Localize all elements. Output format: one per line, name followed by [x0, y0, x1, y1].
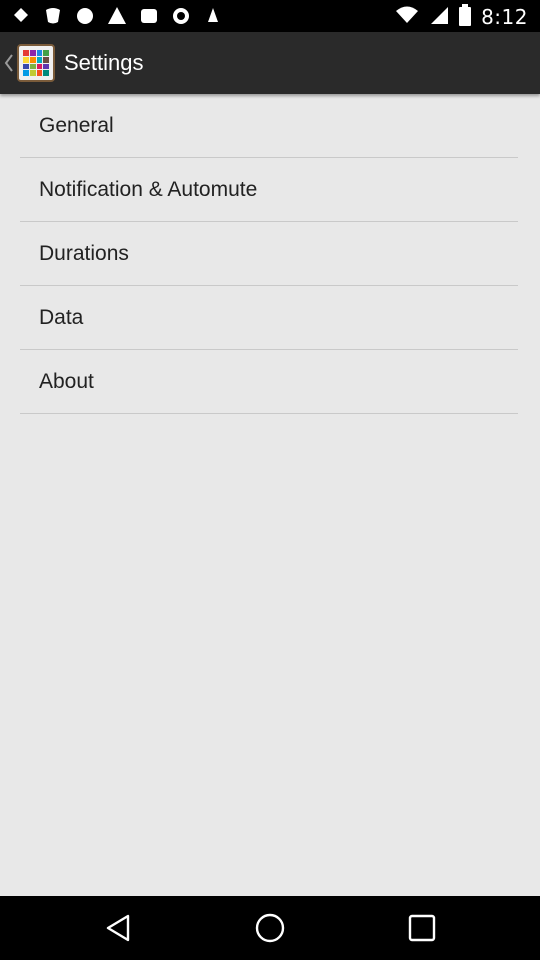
back-icon[interactable] [102, 912, 134, 944]
settings-item-label: Notification & Automute [39, 178, 258, 201]
settings-item-label: Data [39, 306, 84, 329]
notification-icon [74, 6, 96, 26]
notification-icon [202, 6, 224, 26]
status-system: 8:12 [395, 4, 528, 30]
settings-item-notification-automute[interactable]: Notification & Automute [20, 158, 518, 222]
notification-icon [42, 6, 64, 26]
settings-item-data[interactable]: Data [20, 286, 518, 350]
app-grid-icon [17, 44, 55, 82]
navigation-bar [0, 896, 540, 960]
back-chevron-icon [4, 54, 13, 72]
action-bar: Settings [0, 32, 540, 94]
status-bar: 8:12 [0, 0, 540, 32]
battery-icon [459, 4, 472, 30]
settings-item-label: General [39, 114, 114, 137]
notification-icon [138, 6, 160, 26]
home-icon[interactable] [254, 912, 286, 944]
notification-icon [170, 6, 192, 26]
settings-item-about[interactable]: About [20, 350, 518, 414]
notification-icon [10, 6, 32, 26]
status-time: 8:12 [481, 5, 528, 29]
recents-icon[interactable] [406, 912, 438, 944]
settings-item-general[interactable]: General [20, 94, 518, 158]
signal-icon [429, 5, 449, 29]
notification-icon [106, 6, 128, 26]
settings-item-label: About [39, 370, 94, 393]
settings-item-durations[interactable]: Durations [20, 222, 518, 286]
up-navigation-button[interactable] [0, 32, 60, 94]
settings-list: General Notification & Automute Duration… [20, 94, 518, 414]
status-notifications [10, 6, 224, 26]
wifi-icon [395, 5, 419, 29]
settings-item-label: Durations [39, 242, 129, 265]
page-title: Settings [64, 50, 144, 75]
